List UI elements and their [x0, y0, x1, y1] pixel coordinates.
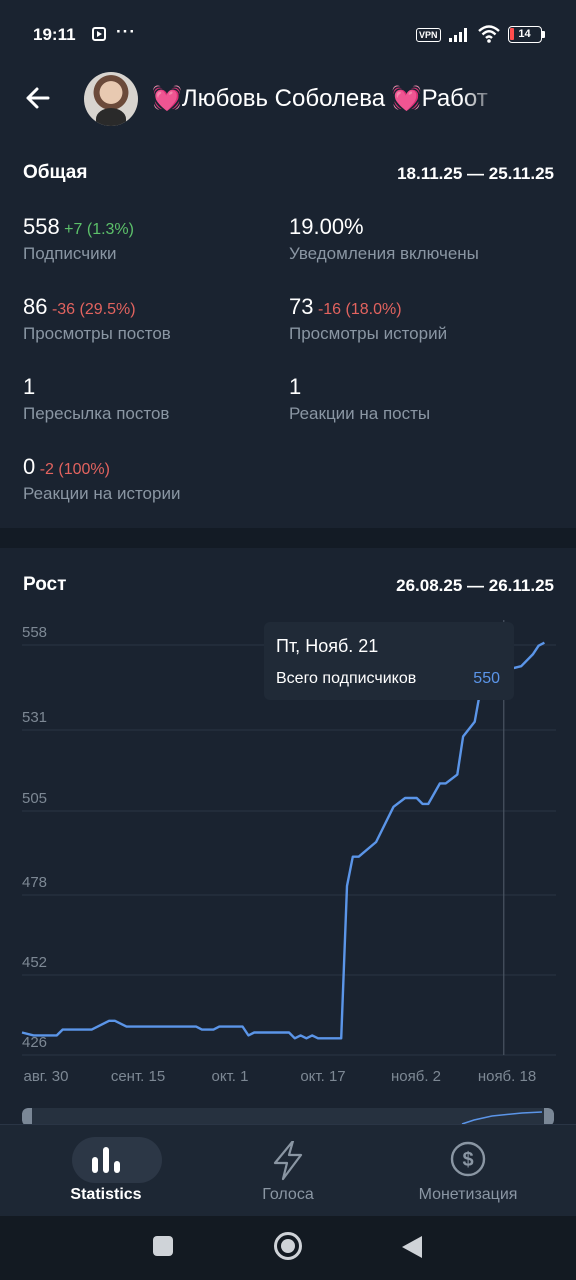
x-tick-label: сент. 15: [111, 1068, 165, 1085]
tooltip-label: Всего подписчиков: [276, 670, 417, 687]
bar-chart-icon: [92, 1147, 120, 1173]
tooltip-date: Пт, Нояб. 21: [276, 636, 379, 656]
subscribers-line: [21, 641, 545, 1040]
x-tick-label: нояб. 18: [478, 1068, 536, 1085]
system-nav: [0, 1216, 576, 1280]
svg-text:$: $: [462, 1149, 473, 1171]
nav-votes[interactable]: Голоса: [192, 1125, 384, 1217]
nav-label: Statistics: [70, 1186, 142, 1203]
y-tick-label: 531: [22, 709, 47, 726]
y-tick-label: 558: [22, 624, 47, 641]
recent-apps-button[interactable]: [153, 1236, 173, 1256]
nav-label: Монетизация: [418, 1186, 518, 1203]
nav-label: Голоса: [262, 1186, 314, 1203]
bottom-nav: Statistics Голоса $ Монетизация: [0, 1124, 576, 1216]
home-button[interactable]: [274, 1232, 302, 1260]
y-tick-label: 478: [22, 874, 47, 891]
nav-statistics[interactable]: Statistics: [10, 1125, 202, 1217]
dollar-coin-icon: $: [450, 1141, 486, 1177]
chart-tooltip: Пт, Нояб. 21 Всего подписчиков 550: [264, 622, 514, 700]
x-tick-label: окт. 17: [300, 1068, 345, 1085]
growth-chart[interactable]: 558531505478452426авг. 30 сент. 15 окт. 1о…: [0, 0, 576, 1124]
system-back-button[interactable]: [402, 1236, 422, 1258]
x-tick-label: нояб. 2: [391, 1068, 441, 1085]
y-tick-label: 452: [22, 954, 47, 971]
lightning-icon: [273, 1141, 303, 1181]
x-tick-label: авг. 30: [24, 1068, 69, 1085]
y-tick-label: 505: [22, 790, 47, 807]
x-tick-label: окт. 1: [212, 1068, 249, 1085]
tooltip-value: 550: [473, 670, 500, 687]
nav-monetization[interactable]: $ Монетизация: [372, 1125, 564, 1217]
